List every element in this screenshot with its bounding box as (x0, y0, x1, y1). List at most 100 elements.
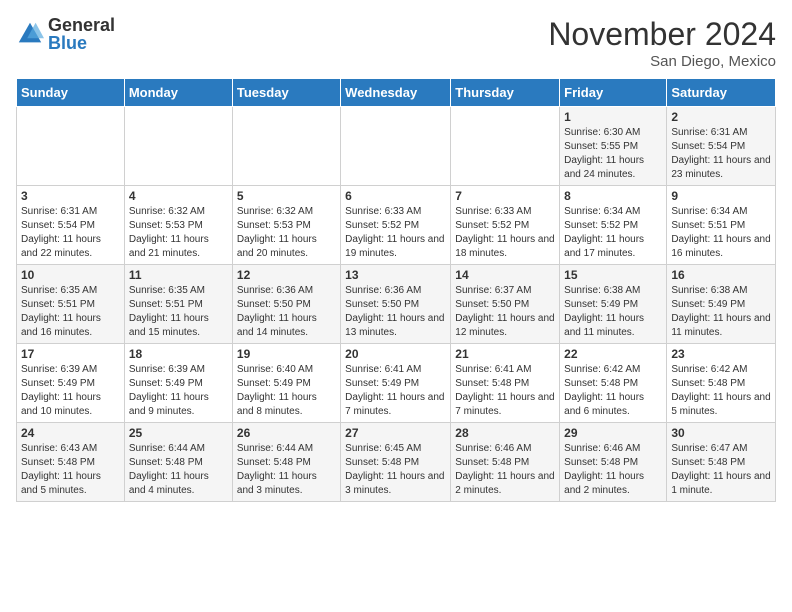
day-info: Sunrise: 6:36 AM Sunset: 5:50 PM Dayligh… (345, 284, 446, 340)
day-number: 23 (671, 347, 771, 361)
day-info: Sunrise: 6:31 AM Sunset: 5:54 PM Dayligh… (671, 126, 771, 182)
calendar-header-tuesday: Tuesday (232, 79, 340, 107)
day-number: 18 (129, 347, 228, 361)
calendar-cell: 29 Sunrise: 6:46 AM Sunset: 5:48 PM Dayli… (560, 423, 667, 502)
calendar-cell: 2 Sunrise: 6:31 AM Sunset: 5:54 PM Daylig… (667, 107, 776, 186)
day-info: Sunrise: 6:46 AM Sunset: 5:48 PM Dayligh… (455, 442, 555, 498)
day-info: Sunrise: 6:38 AM Sunset: 5:49 PM Dayligh… (671, 284, 771, 340)
day-number: 5 (237, 189, 336, 203)
calendar-header-saturday: Saturday (667, 79, 776, 107)
calendar-header-row: SundayMondayTuesdayWednesdayThursdayFrid… (17, 79, 776, 107)
day-info: Sunrise: 6:44 AM Sunset: 5:48 PM Dayligh… (237, 442, 336, 498)
day-number: 24 (21, 426, 120, 440)
calendar-table: SundayMondayTuesdayWednesdayThursdayFrid… (16, 78, 776, 502)
day-number: 8 (564, 189, 662, 203)
calendar-cell: 22Sunrise: 6:42 AM Sunset: 5:48 PM Dayli… (560, 344, 667, 423)
day-number: 13 (345, 268, 446, 282)
calendar-cell: 13 Sunrise: 6:36 AM Sunset: 5:50 PM Dayli… (341, 265, 451, 344)
day-number: 19 (237, 347, 336, 361)
day-number: 20 (345, 347, 446, 361)
day-number: 25 (129, 426, 228, 440)
calendar-cell: 1 Sunrise: 6:30 AM Sunset: 5:55 PM Daylig… (560, 107, 667, 186)
day-number: 26 (237, 426, 336, 440)
day-number: 28 (455, 426, 555, 440)
calendar-week-5: 24 Sunrise: 6:43 AM Sunset: 5:48 PM Dayli… (17, 423, 776, 502)
day-info: Sunrise: 6:35 AM Sunset: 5:51 PM Dayligh… (129, 284, 228, 340)
day-info: Sunrise: 6:38 AM Sunset: 5:49 PM Dayligh… (564, 284, 662, 340)
day-info: Sunrise: 6:30 AM Sunset: 5:55 PM Dayligh… (564, 126, 662, 182)
calendar-cell: 18 Sunrise: 6:39 AM Sunset: 5:49 PM Dayli… (124, 344, 232, 423)
calendar-cell: 28 Sunrise: 6:46 AM Sunset: 5:48 PM Dayli… (451, 423, 560, 502)
calendar-cell: 30Sunrise: 6:47 AM Sunset: 5:48 PM Dayli… (667, 423, 776, 502)
calendar-cell (341, 107, 451, 186)
day-info: Sunrise: 6:39 AM Sunset: 5:49 PM Dayligh… (129, 363, 228, 419)
day-number: 15 (564, 268, 662, 282)
day-info: Sunrise: 6:32 AM Sunset: 5:53 PM Dayligh… (129, 205, 228, 261)
day-info: Sunrise: 6:47 AM Sunset: 5:48 PM Dayligh… (671, 442, 771, 498)
calendar-cell (17, 107, 125, 186)
day-number: 29 (564, 426, 662, 440)
calendar-cell: 20 Sunrise: 6:41 AM Sunset: 5:49 PM Dayli… (341, 344, 451, 423)
location: San Diego, Mexico (548, 53, 776, 70)
day-info: Sunrise: 6:39 AM Sunset: 5:49 PM Dayligh… (21, 363, 120, 419)
calendar-header-monday: Monday (124, 79, 232, 107)
day-info: Sunrise: 6:45 AM Sunset: 5:48 PM Dayligh… (345, 442, 446, 498)
calendar-cell: 7Sunrise: 6:33 AM Sunset: 5:52 PM Daylig… (451, 186, 560, 265)
day-number: 21 (455, 347, 555, 361)
month-title: November 2024 (548, 16, 776, 53)
calendar-week-3: 10 Sunrise: 6:35 AM Sunset: 5:51 PM Dayli… (17, 265, 776, 344)
day-info: Sunrise: 6:41 AM Sunset: 5:49 PM Dayligh… (345, 363, 446, 419)
day-number: 2 (671, 110, 771, 124)
calendar-cell (124, 107, 232, 186)
calendar-cell: 27 Sunrise: 6:45 AM Sunset: 5:48 PM Dayli… (341, 423, 451, 502)
day-number: 6 (345, 189, 446, 203)
day-number: 16 (671, 268, 771, 282)
title-area: November 2024 San Diego, Mexico (548, 16, 776, 70)
calendar-cell: 6 Sunrise: 6:33 AM Sunset: 5:52 PM Daylig… (341, 186, 451, 265)
calendar-header-wednesday: Wednesday (341, 79, 451, 107)
calendar-cell: 24 Sunrise: 6:43 AM Sunset: 5:48 PM Dayli… (17, 423, 125, 502)
calendar-cell: 9 Sunrise: 6:34 AM Sunset: 5:51 PM Daylig… (667, 186, 776, 265)
calendar-cell: 17 Sunrise: 6:39 AM Sunset: 5:49 PM Dayli… (17, 344, 125, 423)
calendar-cell: 3 Sunrise: 6:31 AM Sunset: 5:54 PM Daylig… (17, 186, 125, 265)
calendar-week-1: 1 Sunrise: 6:30 AM Sunset: 5:55 PM Daylig… (17, 107, 776, 186)
logo-blue-text: Blue (48, 34, 115, 52)
calendar-cell: 23 Sunrise: 6:42 AM Sunset: 5:48 PM Dayli… (667, 344, 776, 423)
day-info: Sunrise: 6:46 AM Sunset: 5:48 PM Dayligh… (564, 442, 662, 498)
day-number: 27 (345, 426, 446, 440)
day-info: Sunrise: 6:44 AM Sunset: 5:48 PM Dayligh… (129, 442, 228, 498)
logo-icon (16, 20, 44, 48)
calendar-cell (232, 107, 340, 186)
day-info: Sunrise: 6:37 AM Sunset: 5:50 PM Dayligh… (455, 284, 555, 340)
day-info: Sunrise: 6:31 AM Sunset: 5:54 PM Dayligh… (21, 205, 120, 261)
day-info: Sunrise: 6:34 AM Sunset: 5:51 PM Dayligh… (671, 205, 771, 261)
day-info: Sunrise: 6:36 AM Sunset: 5:50 PM Dayligh… (237, 284, 336, 340)
calendar-header-friday: Friday (560, 79, 667, 107)
day-info: Sunrise: 6:34 AM Sunset: 5:52 PM Dayligh… (564, 205, 662, 261)
calendar-cell: 16 Sunrise: 6:38 AM Sunset: 5:49 PM Dayli… (667, 265, 776, 344)
day-number: 17 (21, 347, 120, 361)
calendar-header-thursday: Thursday (451, 79, 560, 107)
day-info: Sunrise: 6:42 AM Sunset: 5:48 PM Dayligh… (564, 363, 662, 419)
calendar-cell: 19Sunrise: 6:40 AM Sunset: 5:49 PM Dayli… (232, 344, 340, 423)
calendar-cell: 21 Sunrise: 6:41 AM Sunset: 5:48 PM Dayli… (451, 344, 560, 423)
day-number: 10 (21, 268, 120, 282)
day-info: Sunrise: 6:33 AM Sunset: 5:52 PM Dayligh… (455, 205, 555, 261)
day-number: 11 (129, 268, 228, 282)
calendar-cell: 15 Sunrise: 6:38 AM Sunset: 5:49 PM Dayli… (560, 265, 667, 344)
calendar-cell: 25 Sunrise: 6:44 AM Sunset: 5:48 PM Dayli… (124, 423, 232, 502)
day-info: Sunrise: 6:33 AM Sunset: 5:52 PM Dayligh… (345, 205, 446, 261)
calendar-cell: 8 Sunrise: 6:34 AM Sunset: 5:52 PM Daylig… (560, 186, 667, 265)
day-info: Sunrise: 6:43 AM Sunset: 5:48 PM Dayligh… (21, 442, 120, 498)
day-info: Sunrise: 6:41 AM Sunset: 5:48 PM Dayligh… (455, 363, 555, 419)
calendar-cell: 11 Sunrise: 6:35 AM Sunset: 5:51 PM Dayli… (124, 265, 232, 344)
day-number: 9 (671, 189, 771, 203)
day-info: Sunrise: 6:42 AM Sunset: 5:48 PM Dayligh… (671, 363, 771, 419)
day-number: 14 (455, 268, 555, 282)
calendar-header-sunday: Sunday (17, 79, 125, 107)
day-number: 3 (21, 189, 120, 203)
calendar-cell: 12Sunrise: 6:36 AM Sunset: 5:50 PM Dayli… (232, 265, 340, 344)
page-header: General Blue November 2024 San Diego, Me… (16, 16, 776, 70)
day-number: 1 (564, 110, 662, 124)
calendar-cell: 26 Sunrise: 6:44 AM Sunset: 5:48 PM Dayli… (232, 423, 340, 502)
